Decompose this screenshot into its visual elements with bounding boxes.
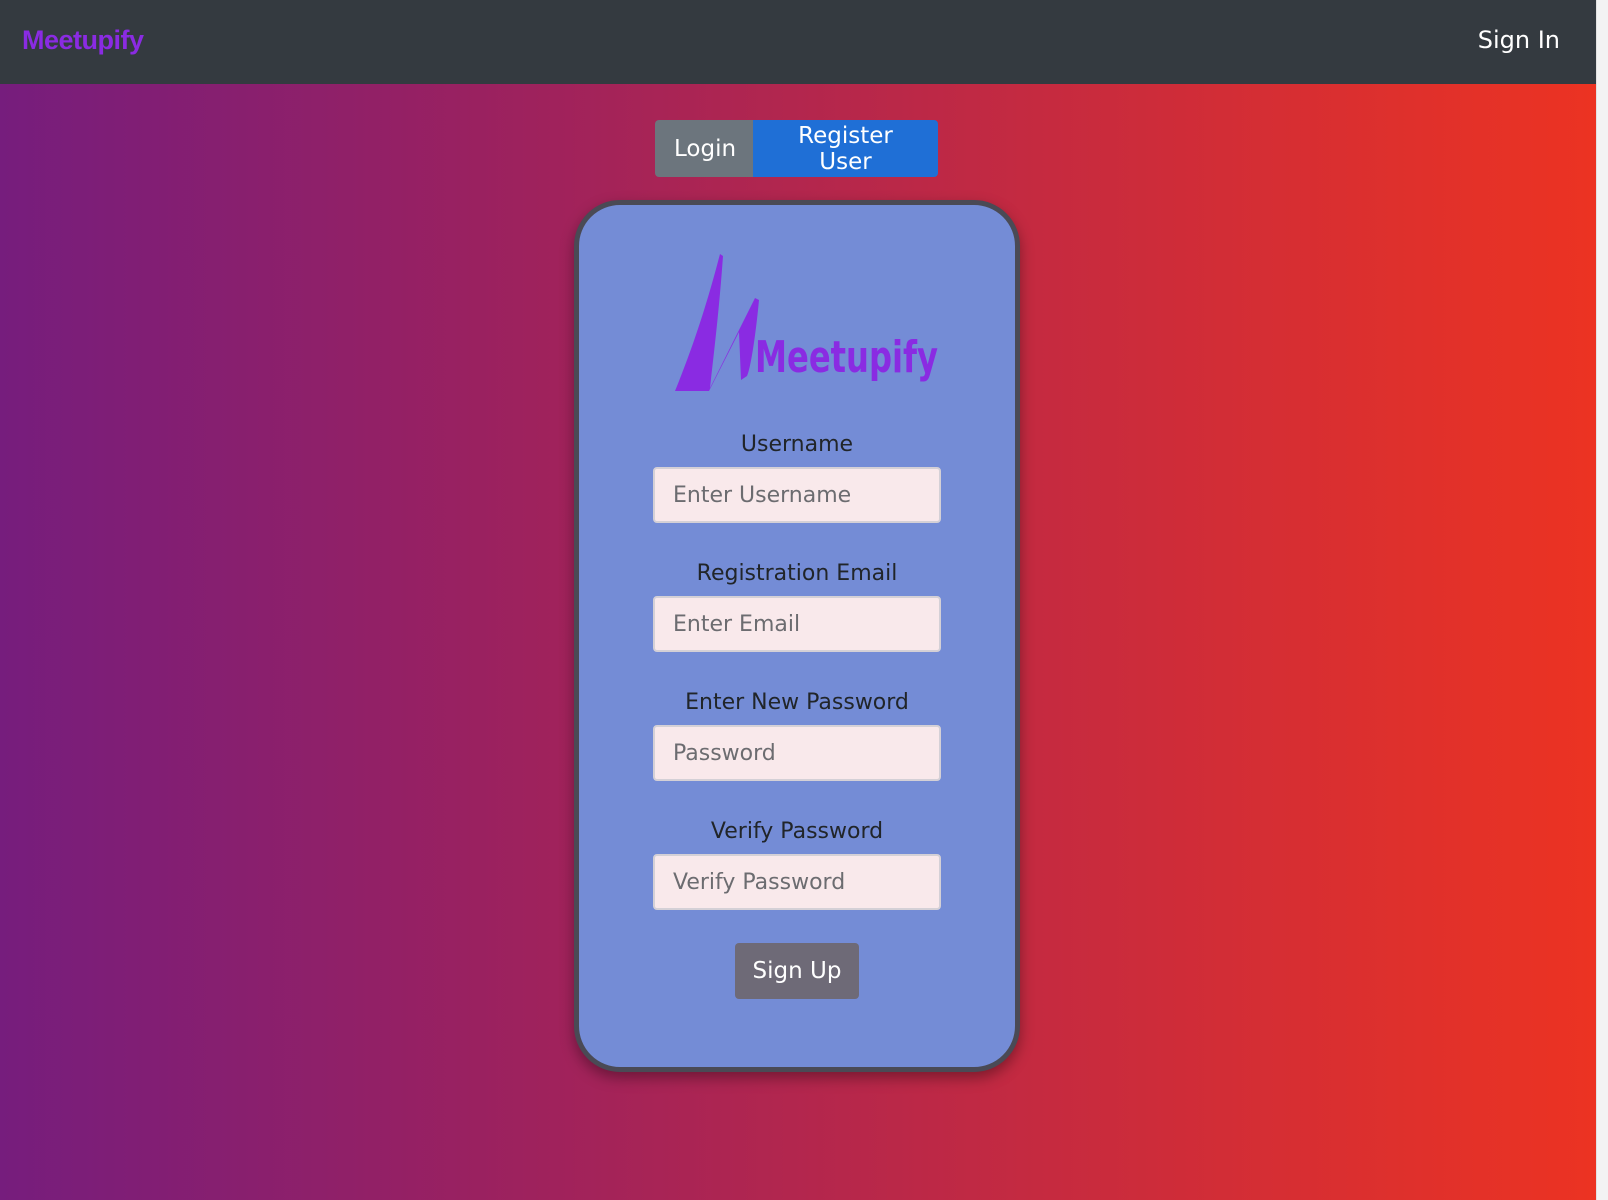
scrollbar[interactable] (1596, 0, 1608, 1200)
auth-mode-toggle: Login Register User (655, 120, 938, 177)
email-input[interactable] (653, 596, 941, 652)
username-label: Username (740, 432, 854, 457)
verify-password-label: Verify Password (710, 819, 884, 844)
registration-email-label: Registration Email (696, 561, 898, 586)
register-user-tab-button[interactable]: Register User (753, 120, 938, 177)
register-card: Meetupify Username Registration Email En… (574, 200, 1020, 1072)
new-password-input[interactable] (653, 725, 941, 781)
brand-link[interactable]: Meetupify (22, 25, 144, 56)
new-password-label: Enter New Password (685, 690, 909, 715)
logo-wordmark: Meetupify (755, 332, 938, 383)
nav-sign-in-link[interactable]: Sign In (1478, 26, 1560, 54)
login-tab-button[interactable]: Login (655, 120, 753, 177)
sign-up-button[interactable]: Sign Up (735, 943, 859, 999)
top-navbar: Meetupify Sign In (0, 0, 1596, 84)
meetupify-logo: Meetupify (675, 254, 938, 391)
logo-m-mark (675, 254, 759, 391)
username-input[interactable] (653, 467, 941, 523)
page-background: Meetupify Sign In Login Register User Me… (0, 0, 1596, 1200)
verify-password-input[interactable] (653, 854, 941, 910)
